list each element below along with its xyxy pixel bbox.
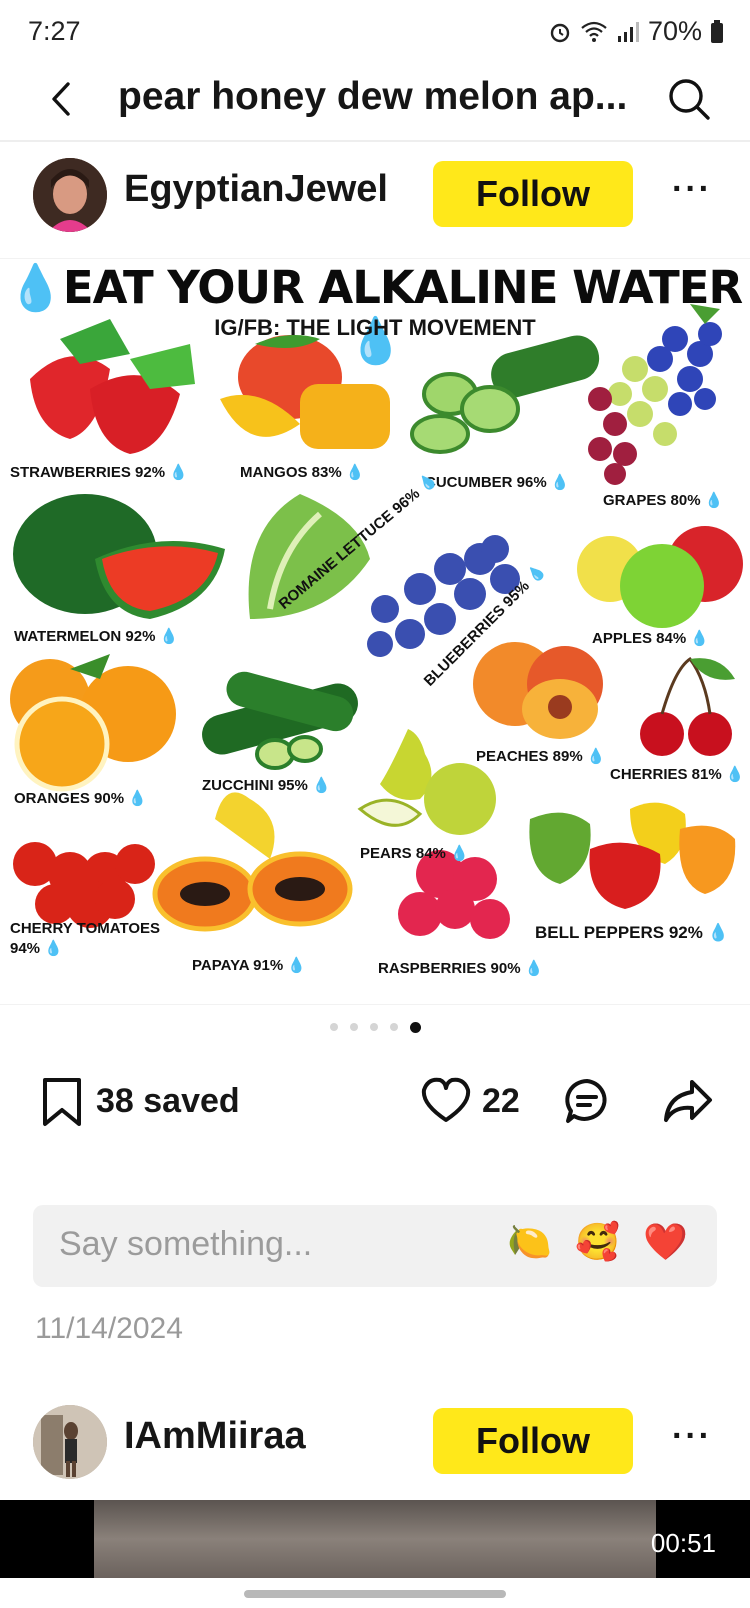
- cucumber-illustration: [410, 335, 600, 454]
- home-indicator[interactable]: [244, 1590, 506, 1598]
- oranges-illustration: [10, 654, 176, 792]
- fruit-label: ORANGES 90% 💧: [14, 790, 147, 807]
- top-bar: pear honey dew melon ap...: [0, 62, 750, 142]
- peaches-illustration: [473, 642, 603, 739]
- more-options-icon[interactable]: ···: [672, 1417, 712, 1456]
- fruit-label: PEACHES 89% 💧: [476, 748, 606, 765]
- saved-count[interactable]: 38 saved: [96, 1082, 240, 1121]
- zucchini-illustration: [202, 671, 358, 770]
- carousel-dot[interactable]: [389, 1023, 398, 1031]
- battery-percent: 70%: [647, 16, 702, 46]
- follow-button[interactable]: Follow: [433, 161, 633, 227]
- red-heart-emoji-button[interactable]: ❤️: [643, 1221, 688, 1263]
- back-icon[interactable]: [38, 74, 88, 124]
- post-author-row: EgyptianJewel Follow ···: [0, 150, 750, 240]
- cherries-illustration: [640, 656, 735, 756]
- author-name[interactable]: IAmMiiraa: [124, 1415, 306, 1458]
- status-time: 7:27: [28, 16, 81, 46]
- fruit-label: CUCUMBER 96% 💧: [425, 474, 570, 491]
- fruit-label: ZUCCHINI 95% 💧: [202, 777, 331, 794]
- fruit-label: BELL PEPPERS 92% 💧: [535, 923, 729, 942]
- apples-illustration: [577, 526, 743, 628]
- carousel-indicator: [0, 1022, 750, 1033]
- bookmark-icon[interactable]: [40, 1076, 84, 1128]
- comment-icon[interactable]: [562, 1076, 612, 1126]
- smiling-hearts-emoji-button[interactable]: 🥰: [575, 1221, 620, 1263]
- lemon-emoji-button[interactable]: 🍋: [507, 1221, 552, 1263]
- carousel-dot[interactable]: [349, 1023, 358, 1031]
- fruit-label: PAPAYA 91% 💧: [192, 957, 307, 974]
- more-options-icon[interactable]: ···: [672, 170, 712, 209]
- video-preview[interactable]: 00:51: [0, 1500, 750, 1578]
- fruit-label: WATERMELON 92% 💧: [14, 628, 179, 645]
- strawberries-illustration: [30, 319, 195, 454]
- status-bar: 7:27 70%: [0, 0, 750, 62]
- pears-illustration: [357, 729, 496, 835]
- search-icon[interactable]: [664, 74, 714, 124]
- battery-icon: [711, 19, 723, 43]
- wifi-icon: [581, 21, 607, 42]
- carousel-dot-active[interactable]: [409, 1022, 421, 1033]
- author-name[interactable]: EgyptianJewel: [124, 168, 388, 211]
- post-date: 11/14/2024: [35, 1312, 183, 1345]
- fruit-label: STRAWBERRIES 92% 💧: [10, 464, 188, 481]
- avatar[interactable]: [33, 1405, 107, 1479]
- fruit-label: CHERRY TOMATOES 94% 💧: [10, 920, 161, 957]
- fruit-label: GRAPES 80% 💧: [603, 492, 724, 509]
- video-thumbnail: [94, 1500, 656, 1578]
- blueberries-illustration: [367, 535, 520, 657]
- carousel-dot[interactable]: [369, 1023, 378, 1031]
- heart-icon[interactable]: [420, 1076, 472, 1124]
- next-post-author-row: IAmMiiraa Follow ···: [0, 1397, 750, 1487]
- watermelon-illustration: [13, 494, 225, 619]
- grapes-illustration: [588, 304, 722, 485]
- comment-placeholder: Say something...: [59, 1225, 313, 1263]
- cherry-tomatoes-illustration: [13, 842, 155, 928]
- post-actions: 38 saved 22: [0, 1068, 750, 1138]
- signal-icon: [617, 21, 639, 42]
- fruit-label: APPLES 84% 💧: [592, 630, 710, 647]
- follow-button[interactable]: Follow: [433, 1408, 633, 1474]
- carousel-dot[interactable]: [329, 1023, 338, 1031]
- comment-input[interactable]: Say something... 🍋 🥰 ❤️: [33, 1205, 717, 1287]
- share-icon[interactable]: [662, 1076, 714, 1126]
- search-query-title[interactable]: pear honey dew melon ap...: [118, 72, 638, 122]
- alarm-icon: [550, 23, 570, 42]
- fruit-label: CHERRIES 81% 💧: [610, 766, 745, 783]
- fruit-label: RASPBERRIES 90% 💧: [378, 960, 544, 977]
- raspberries-illustration: [398, 850, 510, 939]
- like-count[interactable]: 22: [482, 1082, 520, 1121]
- mango-illustration: [220, 335, 390, 449]
- fruit-label: MANGOS 83% 💧: [240, 464, 365, 481]
- bell-peppers-illustration: [529, 802, 736, 909]
- video-duration: 00:51: [650, 1528, 716, 1558]
- post-image[interactable]: 💧EAT YOUR ALKALINE WATER💧 IG/FB: THE LIG…: [0, 258, 750, 1005]
- papaya-illustration: [152, 792, 353, 932]
- avatar[interactable]: [33, 158, 107, 232]
- fruit-label: PEARS 84% 💧: [360, 845, 469, 862]
